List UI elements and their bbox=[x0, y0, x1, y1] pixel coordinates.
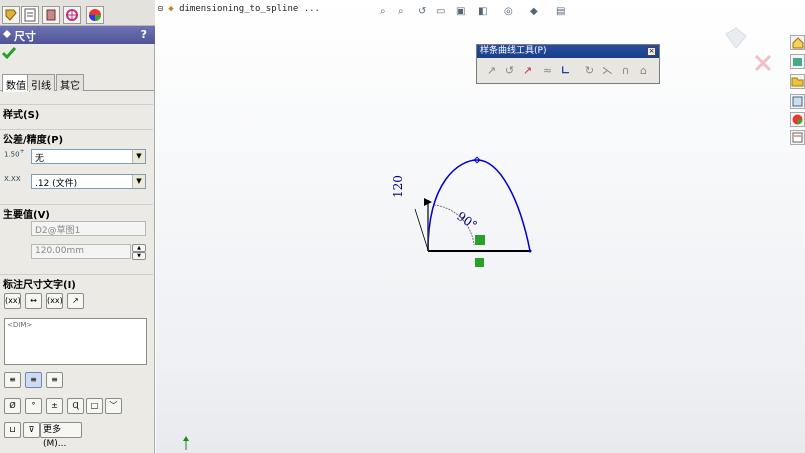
view-orientation-icon[interactable]: ▣ bbox=[456, 6, 472, 22]
task-pane-tabs bbox=[789, 35, 805, 150]
chevron-down-icon[interactable]: ▼ bbox=[132, 175, 145, 188]
counterbore-symbol-button[interactable]: ⊔ bbox=[4, 422, 21, 438]
collapse-chevron-icon[interactable]: « bbox=[3, 206, 147, 216]
part-icon: ◆ bbox=[168, 4, 174, 14]
show-inflection-points-icon[interactable]: ∩ bbox=[617, 62, 634, 79]
view-palette-icon[interactable] bbox=[790, 94, 805, 109]
square-symbol-button[interactable]: □ bbox=[86, 398, 103, 414]
angle-dimension-label[interactable]: 90° bbox=[454, 209, 479, 233]
plus-minus-symbol-button[interactable]: ± bbox=[46, 398, 63, 414]
coincident-relation-icon[interactable] bbox=[475, 235, 485, 245]
precision-icon: X.XX bbox=[4, 175, 21, 183]
help-button[interactable]: ? bbox=[141, 28, 147, 41]
confirmation-corner[interactable] bbox=[722, 24, 782, 74]
tolerance-group-header[interactable]: 公差/精度(P) « bbox=[0, 129, 153, 146]
dimension-value-field[interactable]: 120.00mm bbox=[31, 244, 131, 259]
add-curvature-control-icon[interactable]: ↺ bbox=[501, 62, 518, 79]
folder-icon[interactable] bbox=[790, 74, 805, 89]
display-manager-icon[interactable] bbox=[86, 6, 104, 24]
spin-up-button[interactable]: ▲ bbox=[132, 244, 146, 252]
panel-title: 尺寸 bbox=[14, 30, 36, 43]
zoom-to-fit-icon[interactable]: ⌕ bbox=[380, 6, 396, 22]
feature-manager-icon[interactable] bbox=[2, 6, 20, 24]
tab-value[interactable]: 数值 bbox=[2, 74, 30, 92]
primary-value-group-header[interactable]: 主要值(V) « bbox=[0, 204, 153, 221]
style-group-header[interactable]: 样式(S) » bbox=[0, 104, 153, 121]
home-icon[interactable] bbox=[790, 35, 805, 50]
chevron-down-icon[interactable]: ▼ bbox=[132, 150, 145, 163]
dimension-leader bbox=[414, 208, 429, 251]
dimension-subtabs: 数值 引线 其它 bbox=[0, 73, 155, 92]
dimension-text-area[interactable]: <DIM> bbox=[4, 318, 147, 365]
tab-other[interactable]: 其它 bbox=[56, 74, 84, 92]
tab-leaders[interactable]: 引线 bbox=[27, 74, 55, 92]
view-settings-icon[interactable]: ▤ bbox=[556, 6, 572, 22]
solidworks-window: 尺寸 ? 数值 引线 其它 样式(S) » 公差/精度(P) « 1.50+ 无… bbox=[0, 0, 805, 453]
show-minimum-radius-icon[interactable]: ⌂ bbox=[635, 62, 652, 79]
more-symbols-button[interactable]: 更多(M)... bbox=[40, 422, 82, 449]
endpoint-marker[interactable] bbox=[528, 249, 532, 253]
fit-spline-icon[interactable]: ↻ bbox=[581, 62, 598, 79]
property-manager-icon[interactable] bbox=[21, 6, 39, 24]
add-tangency-control-icon[interactable]: ↗ bbox=[483, 62, 500, 79]
close-icon[interactable] bbox=[754, 54, 772, 72]
dimension-icon bbox=[3, 30, 11, 38]
sketch-geometry[interactable]: 90° 120 bbox=[380, 150, 550, 275]
document-name: dimensioning_to_spline ... bbox=[179, 4, 320, 14]
parentheses-button[interactable]: (xx) bbox=[4, 293, 21, 309]
hide-show-items-icon[interactable]: ◎ bbox=[504, 6, 520, 22]
origin-marker-icon bbox=[183, 436, 189, 450]
vertical-dimension-label[interactable]: 120 bbox=[391, 175, 405, 198]
dimension-text-group-header[interactable]: 标注尺寸文字(I) « bbox=[0, 274, 153, 291]
insert-spline-point-icon[interactable]: ↗ bbox=[519, 62, 536, 79]
tolerance-type-select[interactable]: 无 ▼ bbox=[31, 149, 146, 164]
spline-tools-toolbar: 样条曲线工具(P) × ↗ ↺ ↗ ≈ ∟ ↻ ⋋ ∩ ⌂ bbox=[476, 44, 660, 84]
configuration-manager-icon[interactable] bbox=[42, 6, 60, 24]
dimxpert-icon[interactable] bbox=[63, 6, 81, 24]
library-icon[interactable] bbox=[790, 54, 805, 69]
precision-select[interactable]: .12 (文件) ▼ bbox=[31, 174, 146, 189]
tolerance-type-icon: 1.50+ bbox=[4, 149, 25, 159]
center-dimension-button[interactable]: ↔ bbox=[25, 293, 42, 309]
appearance-icon[interactable] bbox=[790, 112, 805, 127]
spline-toolbar-title[interactable]: 样条曲线工具(P) × bbox=[477, 45, 659, 58]
property-manager-panel: 尺寸 ? 数值 引线 其它 样式(S) » 公差/精度(P) « 1.50+ 无… bbox=[0, 0, 155, 453]
inspection-dimension-button[interactable]: (xx) bbox=[46, 293, 63, 309]
zoom-to-area-icon[interactable]: ⌕ bbox=[398, 6, 414, 22]
collapse-chevron-icon[interactable]: « bbox=[3, 131, 147, 141]
horizontal-relation-icon[interactable] bbox=[475, 258, 484, 267]
dimension-name-field[interactable]: D2@草图1 bbox=[31, 221, 146, 236]
diameter-symbol-button[interactable]: Ø bbox=[4, 398, 21, 414]
section-view-icon[interactable]: ▭ bbox=[436, 6, 452, 22]
collapse-chevron-icon[interactable]: « bbox=[3, 276, 147, 286]
degree-symbol-button[interactable]: ° bbox=[25, 398, 42, 414]
tolerance-type-value: 无 bbox=[35, 154, 45, 164]
display-style-icon[interactable]: ◧ bbox=[478, 6, 494, 22]
show-spline-handles-icon[interactable]: ⋋ bbox=[599, 62, 616, 79]
more-symbols-dropdown[interactable]: ﹀ bbox=[105, 398, 122, 414]
flyout-feature-tree[interactable]: ⊟ ◆ dimensioning_to_spline ... bbox=[158, 4, 320, 20]
expand-tree-icon[interactable]: ⊟ bbox=[158, 4, 163, 13]
checkmark-icon[interactable] bbox=[2, 47, 16, 59]
centerline-symbol-button[interactable]: Ɋ bbox=[67, 398, 84, 414]
custom-properties-icon[interactable] bbox=[790, 130, 805, 145]
manager-tabs bbox=[0, 0, 155, 26]
property-manager-header: 尺寸 ? bbox=[0, 26, 155, 44]
align-left-icon[interactable]: ≡ bbox=[4, 372, 21, 388]
expand-chevron-icon[interactable]: » bbox=[3, 106, 147, 116]
simplify-spline-icon[interactable]: ≈ bbox=[539, 62, 556, 79]
align-right-icon[interactable]: ≡ bbox=[46, 372, 63, 388]
precision-value: .12 (文件) bbox=[35, 179, 78, 189]
spin-down-button[interactable]: ▼ bbox=[132, 252, 146, 260]
spline-toolbar-label: 样条曲线工具(P) bbox=[480, 46, 547, 56]
close-icon[interactable]: × bbox=[647, 47, 656, 56]
depth-symbol-button[interactable]: ⊽ bbox=[23, 422, 40, 438]
show-curvature-icon[interactable]: ∟ bbox=[557, 62, 574, 79]
offset-text-button[interactable]: ↗ bbox=[67, 293, 84, 309]
previous-view-icon[interactable]: ↺ bbox=[418, 6, 434, 22]
align-center-icon[interactable]: ≡ bbox=[25, 372, 42, 388]
edit-appearance-icon[interactable]: ◆ bbox=[530, 6, 546, 22]
